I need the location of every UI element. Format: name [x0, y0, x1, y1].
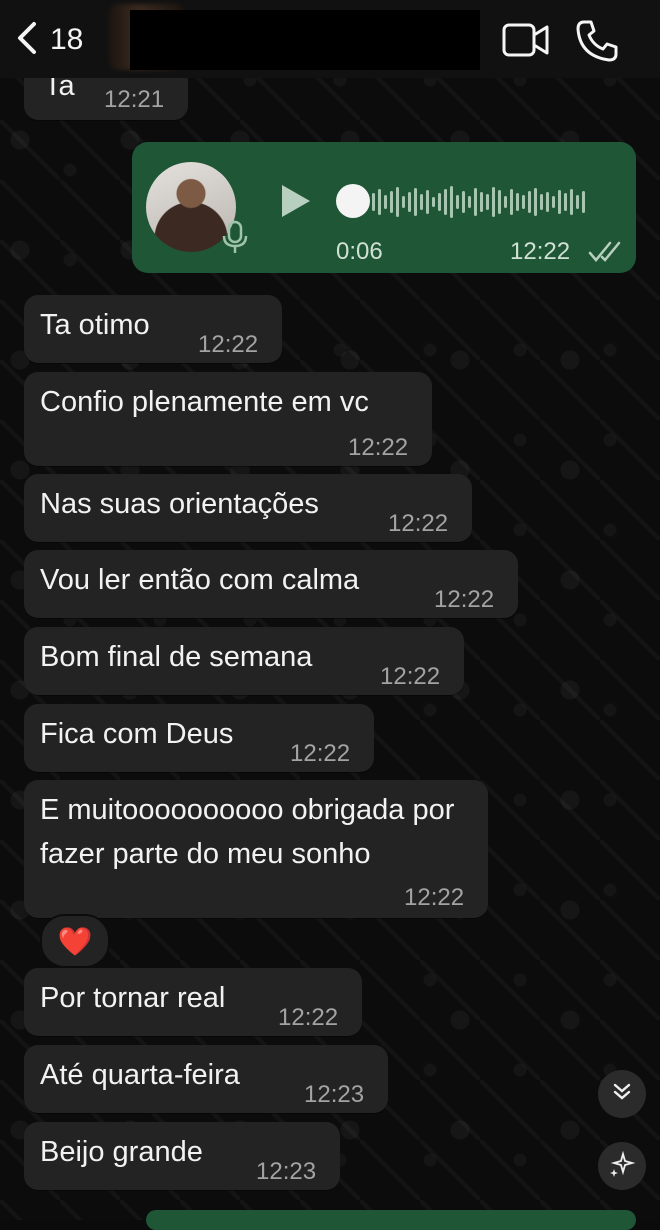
message-bubble[interactable]: Até quarta-feira 12:23 [24, 1045, 388, 1113]
waveform-bar [516, 193, 519, 211]
heart-reaction[interactable]: ❤️ [40, 914, 110, 968]
message-bubble[interactable]: Ta otimo 12:22 [24, 295, 282, 363]
waveform-bar [570, 189, 573, 215]
heart-icon: ❤️ [57, 925, 93, 957]
message-time: 12:21 [104, 86, 165, 113]
unread-count: 18 [50, 23, 84, 56]
play-icon[interactable] [278, 182, 314, 225]
message-time: 12:22 [290, 740, 351, 767]
waveform-bar [504, 196, 507, 208]
message-text: Beijo grande [40, 1136, 203, 1168]
message-bubble[interactable]: Confio plenamente em vc 12:22 [24, 372, 432, 466]
message-time: 12:23 [304, 1081, 365, 1108]
waveform-bar [468, 196, 471, 208]
message-time: 12:22 [388, 510, 449, 537]
waveform-bar [480, 192, 483, 212]
playback-scrubber[interactable] [336, 184, 370, 218]
waveform-bar [582, 191, 585, 213]
waveform-bar [528, 191, 531, 213]
message-time: 12:23 [256, 1158, 317, 1185]
waveform-bar [546, 192, 549, 212]
waveform-bar [438, 193, 441, 211]
waveform-bar [378, 189, 381, 215]
message-text: Até quarta-feira [40, 1059, 240, 1091]
waveform-bar [372, 193, 375, 211]
waveform-bar [558, 190, 561, 214]
message-bubble[interactable]: Bom final de semana 12:22 [24, 627, 464, 695]
message-text: Fica com Deus [40, 718, 234, 750]
waveform-bar [396, 187, 399, 217]
voice-duration: 0:06 [336, 238, 383, 265]
video-camera-icon[interactable] [502, 18, 550, 62]
phone-icon[interactable] [574, 18, 620, 64]
message-time: 12:22 [380, 663, 441, 690]
waveform-bar [576, 195, 579, 209]
waveform-bar [552, 196, 555, 208]
message-text: Confio plenamente em vc [40, 386, 369, 418]
microphone-icon [220, 220, 250, 261]
message-time: 12:22 [510, 238, 571, 265]
message-text: Ta otimo [40, 309, 150, 341]
waveform-bar [426, 190, 429, 214]
message-time: 12:22 [278, 1004, 339, 1031]
sparkle-icon [609, 1150, 636, 1182]
waveform-bar [432, 197, 435, 207]
contact-name-redacted[interactable] [130, 10, 480, 70]
message-bubble[interactable]: Por tornar real 12:22 [24, 968, 362, 1036]
message-bubble[interactable]: Fica com Deus 12:22 [24, 704, 374, 772]
waveform[interactable] [372, 180, 585, 224]
waveform-bar [384, 195, 387, 209]
waveform-bar [420, 194, 423, 210]
message-time: 12:22 [198, 331, 259, 358]
message-time: 12:22 [434, 586, 495, 613]
waveform-bar [390, 191, 393, 213]
waveform-bar [486, 194, 489, 210]
waveform-bar [522, 195, 525, 209]
message-list[interactable]: Ta 12:21 0:06 12:22 Ta otimo 12:22 Confi… [0, 0, 660, 1230]
message-text: Vou ler então com calma [40, 564, 360, 596]
waveform-bar [510, 189, 513, 215]
scroll-down-button[interactable] [598, 1070, 646, 1118]
message-time: 12:22 [404, 884, 465, 911]
ai-sparkle-button[interactable] [598, 1142, 646, 1190]
waveform-bar [492, 187, 495, 217]
waveform-bar [444, 189, 447, 215]
message-bubble[interactable]: Vou ler então com calma 12:22 [24, 550, 518, 618]
waveform-bar [534, 188, 537, 216]
message-bubble[interactable]: Nas suas orientações 12:22 [24, 474, 472, 542]
chevron-left-icon [14, 20, 40, 61]
message-bubble[interactable]: Beijo grande 12:23 [24, 1122, 340, 1190]
waveform-bar [498, 190, 501, 214]
waveform-bar [456, 195, 459, 209]
chat-header: 18 [0, 0, 660, 78]
waveform-bar [462, 191, 465, 213]
voice-message-bubble[interactable]: 0:06 12:22 [132, 142, 636, 273]
message-text: Bom final de semana [40, 641, 313, 673]
double-chevron-down-icon [610, 1080, 634, 1109]
back-button[interactable]: 18 [14, 18, 83, 62]
outgoing-bubble-partial[interactable] [146, 1210, 636, 1230]
waveform-bar [414, 188, 417, 216]
waveform-bar [540, 194, 543, 210]
message-time: 12:22 [348, 434, 409, 461]
double-check-icon [588, 240, 626, 269]
message-bubble[interactable]: E muitoooooooooo obrigada por fazer part… [24, 780, 488, 918]
message-text: E muitoooooooooo obrigada por fazer part… [40, 794, 455, 870]
waveform-bar [450, 186, 453, 218]
message-text: Por tornar real [40, 982, 226, 1014]
waveform-bar [564, 193, 567, 211]
waveform-bar [402, 196, 405, 208]
message-text: Nas suas orientações [40, 488, 319, 520]
waveform-bar [474, 188, 477, 216]
waveform-bar [408, 192, 411, 212]
